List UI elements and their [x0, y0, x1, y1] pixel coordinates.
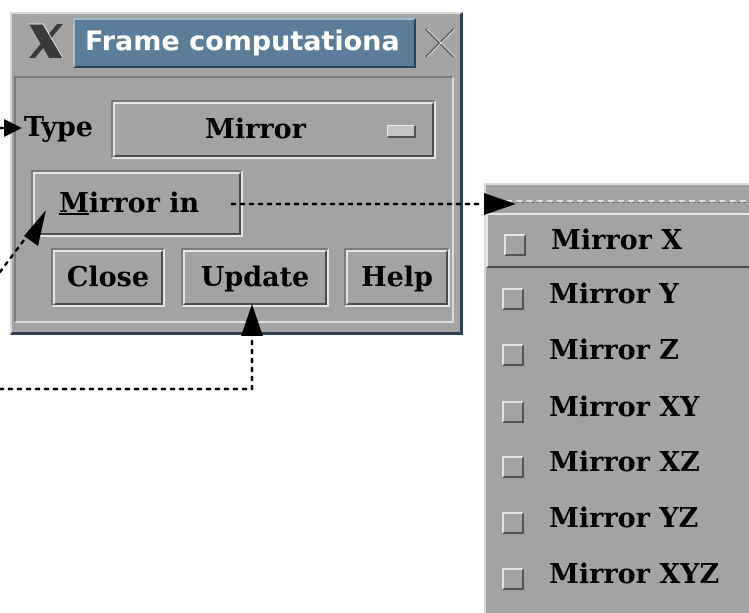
arrow-to-update-line — [0, 331, 254, 391]
annotation-arrows — [0, 119, 516, 391]
arrow-to-mirror-in-head — [24, 210, 46, 246]
arrow-to-menu-head — [484, 193, 516, 215]
arrow-to-mirror-in-line — [0, 238, 26, 274]
arrow-to-type-head — [4, 119, 22, 137]
arrow-to-update-head — [241, 304, 263, 336]
